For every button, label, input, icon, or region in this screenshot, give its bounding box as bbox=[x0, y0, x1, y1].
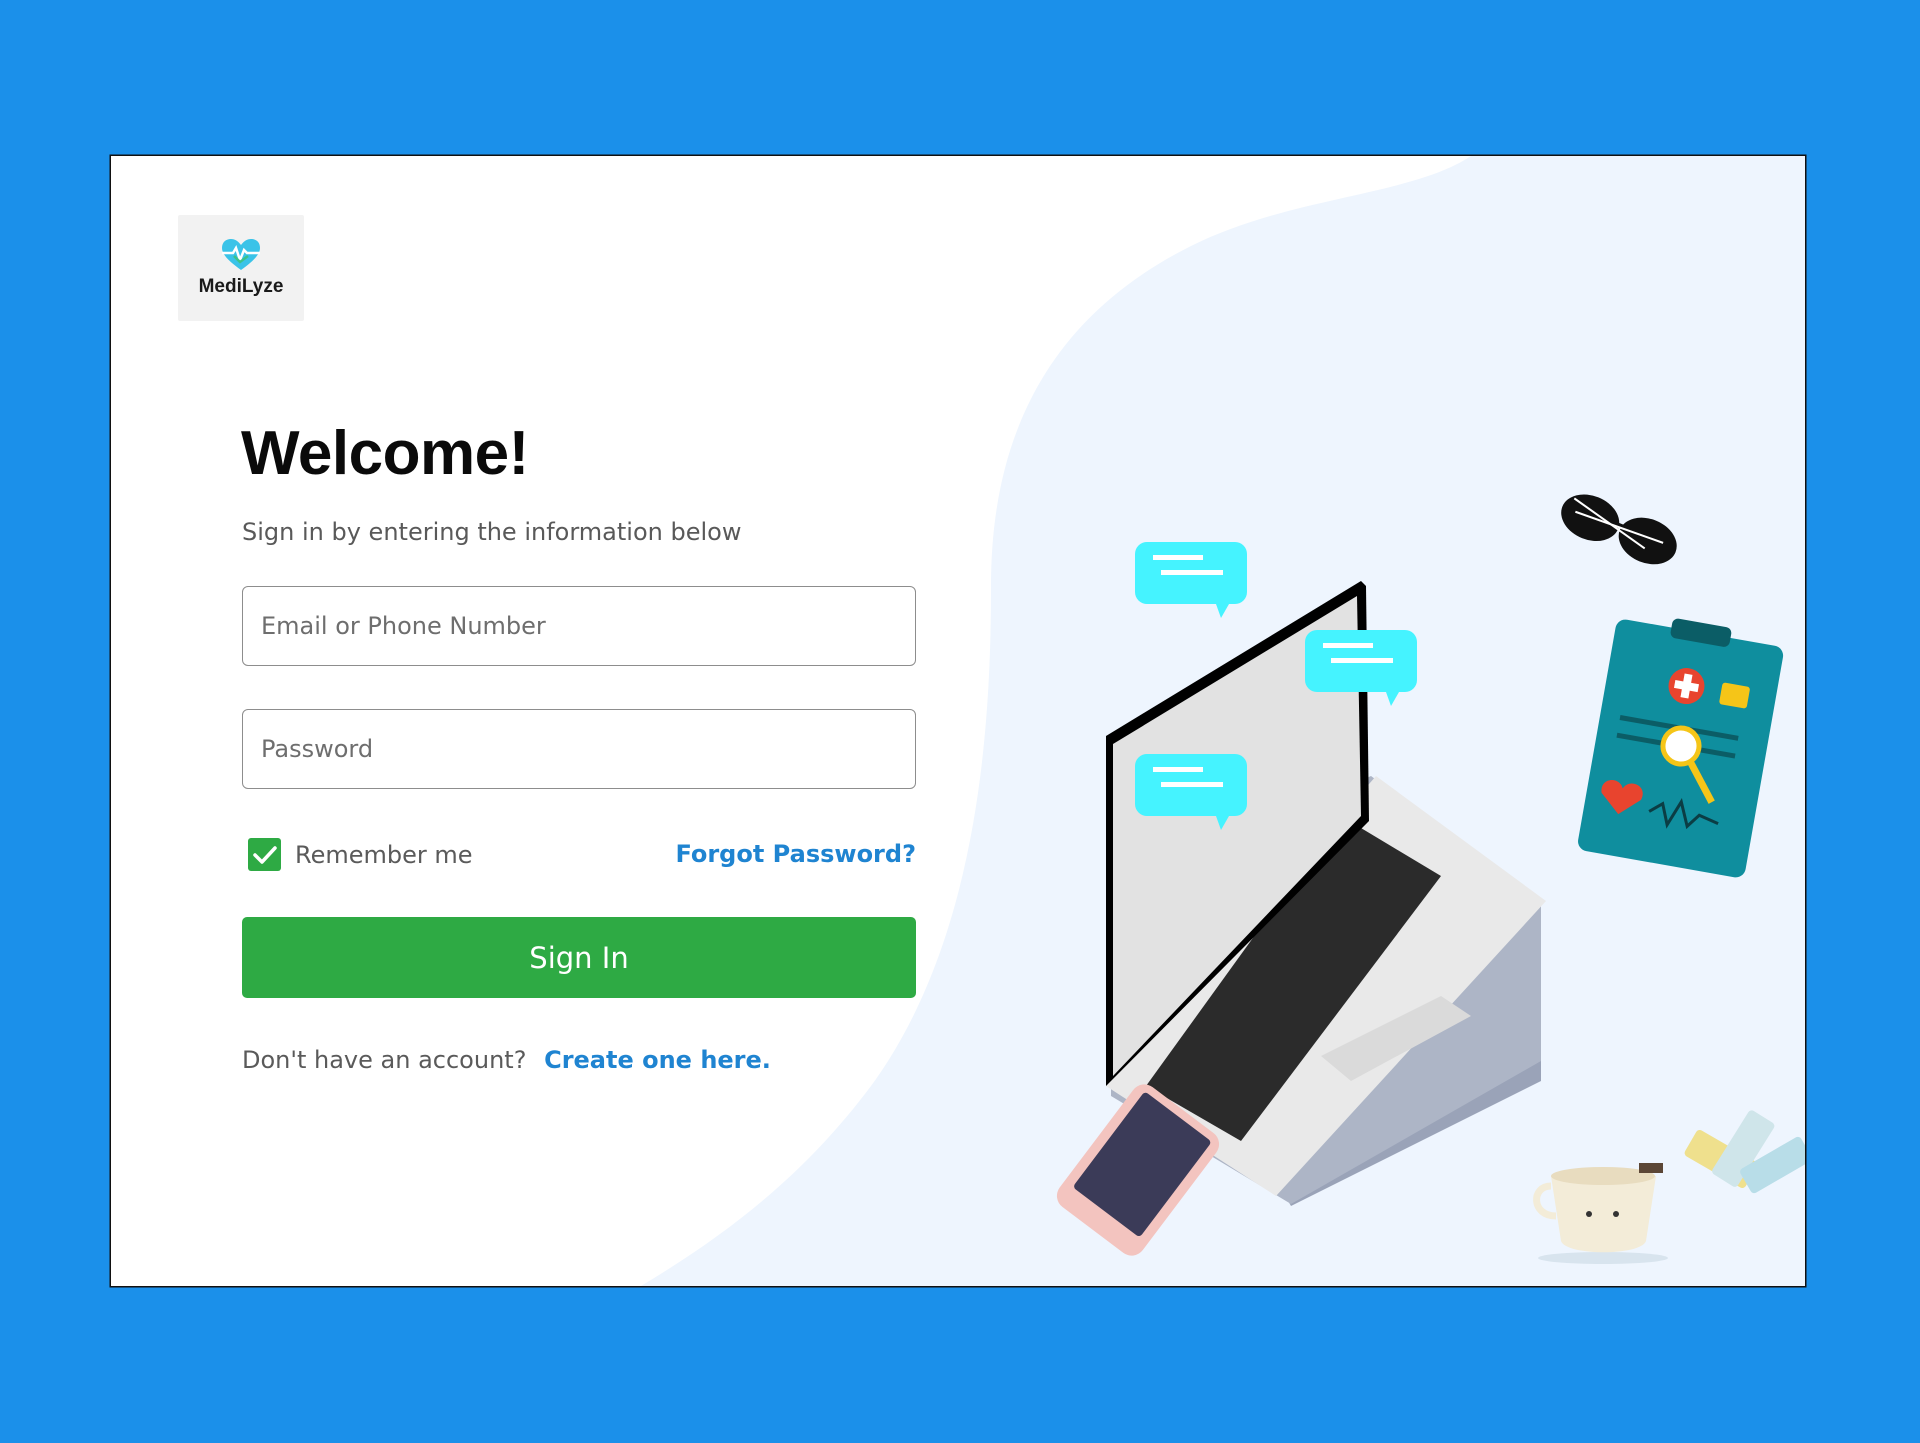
chat-bubble-illustration bbox=[1135, 542, 1247, 618]
sunglasses-illustration bbox=[1561, 494, 1677, 565]
hero-illustration bbox=[1056, 494, 1805, 1264]
coffee-cup-illustration bbox=[1533, 1163, 1668, 1264]
login-card: MediLyze Welcome! Sign in by entering th… bbox=[111, 156, 1805, 1286]
pills-illustration bbox=[1684, 1110, 1805, 1194]
clipboard-illustration bbox=[1578, 618, 1784, 878]
